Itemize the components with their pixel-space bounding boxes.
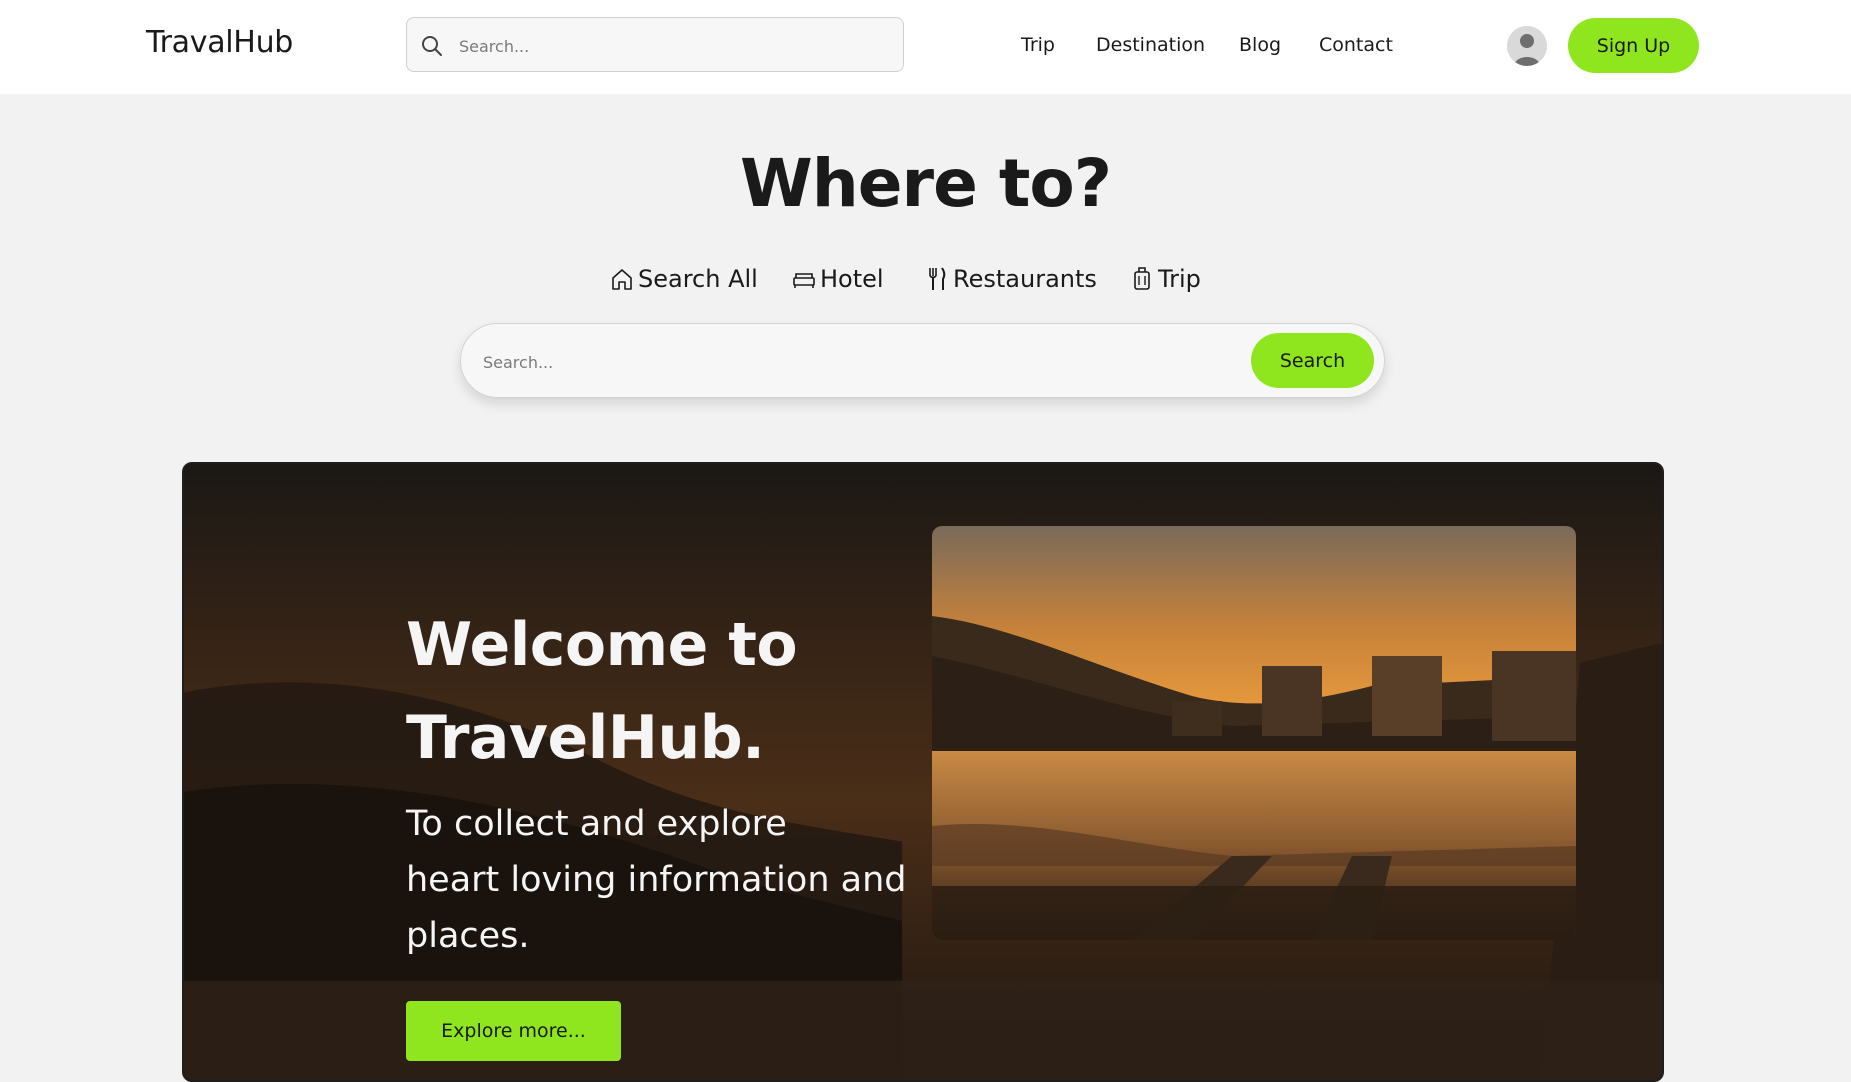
main-search-bar: Search bbox=[460, 323, 1385, 398]
signup-button[interactable]: Sign Up bbox=[1568, 18, 1699, 73]
welcome-heading: Welcome to TravelHub. bbox=[406, 599, 966, 785]
nav-destination[interactable]: Destination bbox=[1096, 34, 1205, 56]
header-search[interactable] bbox=[406, 17, 904, 72]
tagline-line: heart loving information and bbox=[406, 860, 907, 900]
main-search-input[interactable] bbox=[481, 344, 1185, 380]
explore-button[interactable]: Explore more... bbox=[406, 1001, 621, 1061]
bed-icon bbox=[793, 273, 815, 288]
search-icon bbox=[422, 36, 442, 56]
header-search-input[interactable] bbox=[457, 30, 891, 62]
tab-hotel[interactable]: Hotel bbox=[792, 262, 884, 296]
tab-label: Hotel bbox=[820, 265, 884, 293]
search-button[interactable]: Search bbox=[1251, 333, 1374, 388]
welcome-line: Welcome to bbox=[406, 610, 798, 680]
luggage-icon bbox=[1134, 267, 1150, 290]
tab-label: Search All bbox=[638, 265, 758, 293]
nav-blog[interactable]: Blog bbox=[1239, 34, 1281, 56]
header: TravalHub Trip Destination Blog Contact … bbox=[0, 0, 1851, 94]
tab-trip[interactable]: Trip bbox=[1130, 262, 1201, 296]
user-avatar-icon[interactable] bbox=[1507, 26, 1547, 66]
tab-search-all[interactable]: Search All bbox=[610, 262, 758, 296]
tagline-line: To collect and explore bbox=[406, 804, 787, 844]
nav-contact[interactable]: Contact bbox=[1319, 34, 1393, 56]
welcome-line: TravelHub. bbox=[406, 703, 765, 773]
lake-sunset-photo bbox=[932, 526, 1576, 940]
nav-trip[interactable]: Trip bbox=[1021, 34, 1055, 56]
tab-label: Restaurants bbox=[953, 265, 1097, 293]
fork-knife-icon bbox=[929, 267, 946, 290]
tab-restaurants[interactable]: Restaurants bbox=[925, 262, 1097, 296]
welcome-banner: Welcome to TravelHub. To collect and exp… bbox=[182, 462, 1664, 1082]
logo[interactable]: TravalHub bbox=[146, 25, 293, 60]
tab-label: Trip bbox=[1158, 265, 1201, 293]
tagline: To collect and explore heart loving info… bbox=[406, 796, 966, 964]
page-title: Where to? bbox=[739, 145, 1112, 222]
home-icon bbox=[612, 269, 632, 290]
tagline-line: places. bbox=[406, 916, 530, 956]
